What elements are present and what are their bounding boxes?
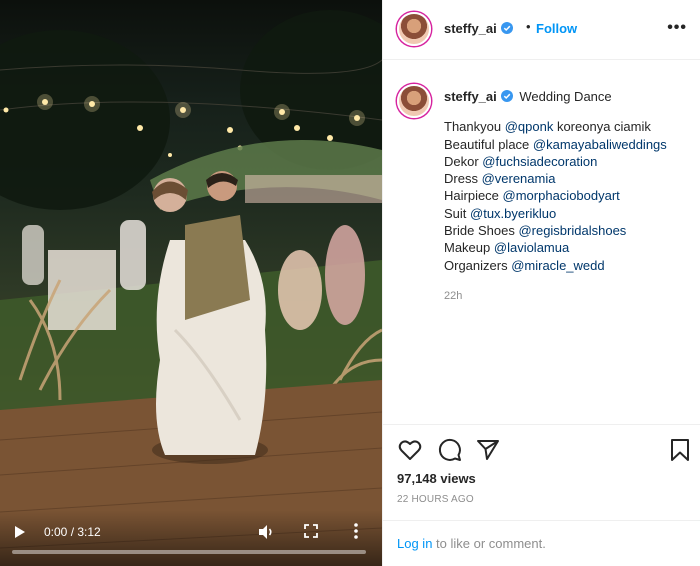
- post-sidebar: steffy_ai • Follow ••• steffy_ai Wedding…: [382, 0, 700, 566]
- caption-line: Bride Shoes @regisbridalshoes: [444, 222, 694, 239]
- mention-link[interactable]: @tux.byerikluo: [470, 206, 556, 221]
- caption-line: Dress @verenamia: [444, 170, 694, 187]
- caption-header: steffy_ai Wedding Dance: [444, 88, 694, 105]
- mention-link[interactable]: @qponk: [505, 119, 554, 134]
- action-bar: 97,148 views 22 HOURS AGO: [383, 424, 700, 520]
- video-progress-bar[interactable]: [12, 550, 366, 554]
- more-vertical-icon[interactable]: [352, 522, 360, 540]
- caption-text: Dress: [444, 171, 482, 187]
- caption-text: Beautiful place: [444, 136, 533, 152]
- header-separator: •: [526, 19, 531, 34]
- video-player[interactable]: 0:00 / 3:12: [0, 0, 382, 566]
- time-separator: /: [67, 525, 78, 539]
- caption-body: Thankyou @qponk koreonya ciamik Beautiful…: [444, 118, 694, 274]
- caption-username[interactable]: steffy_ai: [444, 89, 497, 104]
- caption-age: 22h: [444, 290, 463, 302]
- caption-line: Makeup @laviolamua: [444, 239, 694, 256]
- caption-title: Wedding Dance: [519, 89, 612, 104]
- comment-icon[interactable]: [437, 437, 463, 463]
- mention-link[interactable]: @kamayabaliweddings: [533, 137, 667, 152]
- caption-line: Suit @tux.byerikluo: [444, 205, 694, 222]
- caption-text: Makeup: [444, 240, 494, 256]
- login-bar: Log in to like or comment.: [383, 520, 700, 566]
- caption-line: Beautiful place @kamayabaliweddings: [444, 136, 694, 153]
- mention-link[interactable]: @laviolamua: [494, 240, 569, 255]
- fullscreen-icon[interactable]: [304, 524, 318, 538]
- share-icon[interactable]: [475, 437, 501, 463]
- username-text[interactable]: steffy_ai: [444, 21, 497, 36]
- caption: steffy_ai Wedding Dance Thankyou @qponk …: [444, 88, 694, 274]
- caption-text-after: koreonya ciamik: [553, 119, 651, 135]
- login-link[interactable]: Log in: [397, 536, 432, 551]
- mention-link[interactable]: @fuchsiadecoration: [482, 154, 597, 169]
- verified-badge-icon: [500, 22, 513, 34]
- more-options-icon[interactable]: •••: [667, 20, 687, 36]
- caption-text: Hairpiece: [444, 188, 503, 204]
- post-header: steffy_ai • Follow •••: [383, 0, 700, 60]
- caption-text: Dekor: [444, 153, 483, 169]
- follow-button[interactable]: Follow: [536, 21, 577, 36]
- caption-avatar[interactable]: [397, 84, 431, 118]
- volume-icon[interactable]: [257, 523, 275, 541]
- caption-text: Bride Shoes: [444, 223, 519, 239]
- video-time: 0:00 / 3:12: [44, 524, 101, 540]
- caption-line: Hairpiece @morphaciobodyart: [444, 187, 694, 204]
- username[interactable]: steffy_ai: [444, 21, 513, 36]
- verified-badge-icon: [500, 90, 513, 102]
- mention-link[interactable]: @regisbridalshoes: [518, 223, 626, 238]
- video-frame: [0, 10, 382, 566]
- play-icon[interactable]: [14, 525, 26, 539]
- duration: 3:12: [77, 525, 101, 539]
- heart-icon[interactable]: [397, 437, 423, 463]
- view-count[interactable]: 97,148 views: [397, 471, 476, 486]
- caption-text: Organizers: [444, 257, 512, 273]
- mention-link[interactable]: @miracle_wedd: [511, 258, 604, 273]
- caption-line: Organizers @miracle_wedd: [444, 257, 694, 274]
- caption-line: Thankyou @qponk koreonya ciamik: [444, 118, 694, 135]
- video-controls: 0:00 / 3:12: [0, 510, 382, 566]
- login-prompt: Log in to like or comment.: [397, 536, 546, 551]
- mention-link[interactable]: @verenamia: [482, 171, 556, 186]
- mention-link[interactable]: @morphaciobodyart: [503, 188, 620, 203]
- caption-line: Dekor @fuchsiadecoration: [444, 153, 694, 170]
- post-timestamp[interactable]: 22 HOURS AGO: [397, 494, 474, 505]
- caption-text: Thankyou: [444, 119, 505, 135]
- avatar[interactable]: [397, 12, 431, 46]
- current-time: 0:00: [44, 525, 68, 539]
- bookmark-icon[interactable]: [667, 437, 693, 463]
- login-suffix: to like or comment.: [432, 536, 546, 551]
- caption-text: Suit: [444, 205, 471, 221]
